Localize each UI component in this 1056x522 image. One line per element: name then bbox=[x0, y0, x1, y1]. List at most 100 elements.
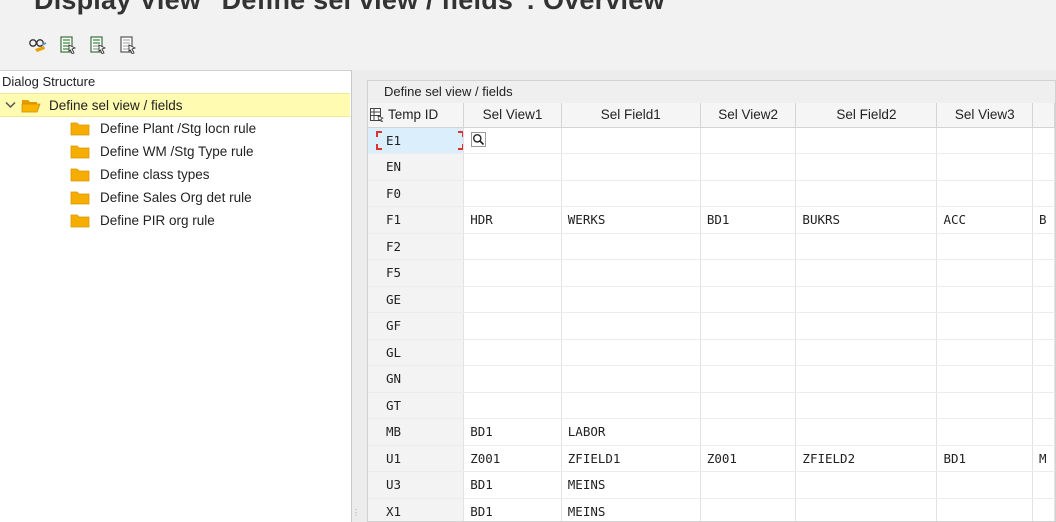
table-cell[interactable] bbox=[463, 365, 562, 393]
table-cell[interactable] bbox=[700, 339, 797, 366]
table-cell[interactable] bbox=[700, 392, 797, 419]
column-header-truncated[interactable] bbox=[1032, 103, 1055, 128]
table-cell[interactable]: BD1 bbox=[700, 206, 797, 234]
table-cell[interactable] bbox=[1032, 153, 1055, 181]
table-cell[interactable] bbox=[795, 365, 938, 393]
table-cell[interactable] bbox=[936, 312, 1034, 340]
table-cell[interactable]: BD1 bbox=[463, 418, 562, 446]
cell-temp-id[interactable]: MB bbox=[368, 418, 465, 446]
table-row[interactable]: X1 BD1 MEINS bbox=[368, 498, 1055, 521]
table-row[interactable]: F0 bbox=[368, 180, 1055, 207]
table-row[interactable]: F5 bbox=[368, 259, 1055, 287]
table-cell[interactable]: Z001 bbox=[700, 445, 797, 472]
table-cell[interactable]: Z001 bbox=[463, 445, 562, 472]
table-cell[interactable]: WERKS bbox=[561, 206, 701, 234]
column-header-sel-view1[interactable]: Sel View1 bbox=[463, 103, 562, 128]
cell-temp-id[interactable]: F0 bbox=[368, 180, 465, 207]
table-cell[interactable] bbox=[700, 286, 797, 313]
column-header-temp-id[interactable]: Temp ID bbox=[368, 103, 465, 128]
table-cell[interactable] bbox=[463, 339, 562, 366]
table-cell[interactable] bbox=[795, 180, 938, 207]
column-header-sel-view3[interactable]: Sel View3 bbox=[936, 103, 1034, 128]
table-cell[interactable]: MEINS bbox=[561, 498, 701, 521]
table-cell[interactable] bbox=[463, 259, 562, 287]
cell-temp-id[interactable]: U1 bbox=[368, 445, 465, 472]
table-cell[interactable] bbox=[561, 127, 701, 154]
table-cell[interactable]: ZFIELD2 bbox=[795, 445, 938, 472]
table-cell[interactable] bbox=[1032, 180, 1055, 207]
table-cell[interactable] bbox=[936, 418, 1034, 446]
table-cell[interactable] bbox=[463, 153, 562, 181]
table-row[interactable]: GE bbox=[368, 286, 1055, 313]
table-row[interactable]: F1 HDR WERKS BD1 BUKRS ACC B bbox=[368, 206, 1055, 234]
cell-temp-id[interactable]: F1 bbox=[368, 206, 465, 234]
table-cell[interactable] bbox=[795, 286, 938, 313]
table-cell[interactable] bbox=[1032, 259, 1055, 287]
table-cell[interactable] bbox=[1032, 127, 1055, 154]
table-cell[interactable] bbox=[1032, 233, 1055, 260]
table-cell[interactable] bbox=[700, 259, 797, 287]
table-row[interactable]: U1 Z001 ZFIELD1 Z001 ZFIELD2 BD1 M bbox=[368, 445, 1055, 472]
tree-node-sales-org-det-rule[interactable]: Define Sales Org det rule bbox=[0, 186, 351, 209]
table-cell[interactable] bbox=[795, 498, 938, 521]
chevron-down-icon[interactable] bbox=[5, 101, 17, 109]
table-cell[interactable] bbox=[561, 233, 701, 260]
table-cell[interactable] bbox=[700, 418, 797, 446]
table-cell[interactable] bbox=[795, 339, 938, 366]
table-row[interactable]: U3 BD1 MEINS bbox=[368, 471, 1055, 499]
tree-node-plant-stg-locn-rule[interactable]: Define Plant /Stg locn rule bbox=[0, 117, 351, 140]
table-cell[interactable] bbox=[936, 153, 1034, 181]
table-cell[interactable] bbox=[1032, 365, 1055, 393]
table-cell[interactable]: ACC bbox=[936, 206, 1034, 234]
cell-temp-id[interactable]: U3 bbox=[368, 471, 465, 499]
table-cell[interactable] bbox=[936, 286, 1034, 313]
table-cell[interactable]: HDR bbox=[463, 206, 562, 234]
table-cell[interactable] bbox=[700, 471, 797, 499]
magnifier-icon[interactable] bbox=[470, 132, 486, 148]
glasses-icon[interactable] bbox=[28, 35, 48, 55]
table-cell[interactable] bbox=[700, 312, 797, 340]
table-cell[interactable] bbox=[795, 418, 938, 446]
table-cell[interactable] bbox=[463, 286, 562, 313]
table-settings-icon[interactable] bbox=[370, 108, 384, 123]
table-row[interactable]: MB BD1 LABOR bbox=[368, 418, 1055, 446]
table-cell[interactable] bbox=[561, 365, 701, 393]
table-cell[interactable]: BD1 bbox=[936, 445, 1034, 472]
table-row[interactable]: F2 bbox=[368, 233, 1055, 260]
table-cell[interactable] bbox=[795, 233, 938, 260]
cell-temp-id[interactable]: GF bbox=[368, 312, 465, 340]
table-cell[interactable] bbox=[936, 498, 1034, 521]
column-header-sel-field1[interactable]: Sel Field1 bbox=[561, 103, 701, 128]
select-block-icon[interactable] bbox=[88, 35, 108, 55]
splitter-grip-icon[interactable]: ⋮ bbox=[352, 508, 360, 520]
tree-node-wm-stg-type-rule[interactable]: Define WM /Stg Type rule bbox=[0, 140, 351, 163]
cell-temp-id[interactable]: E1 bbox=[368, 127, 465, 154]
table-cell[interactable] bbox=[1032, 418, 1055, 446]
cell-temp-id[interactable]: GN bbox=[368, 365, 465, 393]
table-cell[interactable] bbox=[1032, 312, 1055, 340]
table-cell[interactable] bbox=[700, 498, 797, 521]
cell-temp-id[interactable]: GL bbox=[368, 339, 465, 366]
table-cell[interactable] bbox=[463, 312, 562, 340]
table-cell[interactable]: M bbox=[1032, 445, 1055, 472]
table-cell[interactable] bbox=[561, 339, 701, 366]
cell-temp-id[interactable]: GT bbox=[368, 392, 465, 419]
table-cell[interactable]: LABOR bbox=[561, 418, 701, 446]
table-cell[interactable] bbox=[795, 471, 938, 499]
table-cell[interactable]: BD1 bbox=[463, 471, 562, 499]
table-cell[interactable] bbox=[795, 127, 938, 154]
cell-temp-id[interactable]: F2 bbox=[368, 233, 465, 260]
table-cell[interactable] bbox=[936, 233, 1034, 260]
table-cell[interactable] bbox=[936, 339, 1034, 366]
cell-temp-id[interactable]: X1 bbox=[368, 498, 465, 521]
table-cell[interactable]: MEINS bbox=[561, 471, 701, 499]
table-cell[interactable] bbox=[561, 153, 701, 181]
table-cell[interactable] bbox=[463, 127, 562, 154]
table-cell[interactable] bbox=[936, 259, 1034, 287]
table-cell[interactable] bbox=[1032, 498, 1055, 521]
tree-node-define-sel-view-fields[interactable]: Define sel view / fields bbox=[0, 93, 350, 117]
table-cell[interactable]: ZFIELD1 bbox=[561, 445, 701, 472]
tree-node-class-types[interactable]: Define class types bbox=[0, 163, 351, 186]
table-cell[interactable] bbox=[1032, 392, 1055, 419]
cell-temp-id[interactable]: F5 bbox=[368, 259, 465, 287]
